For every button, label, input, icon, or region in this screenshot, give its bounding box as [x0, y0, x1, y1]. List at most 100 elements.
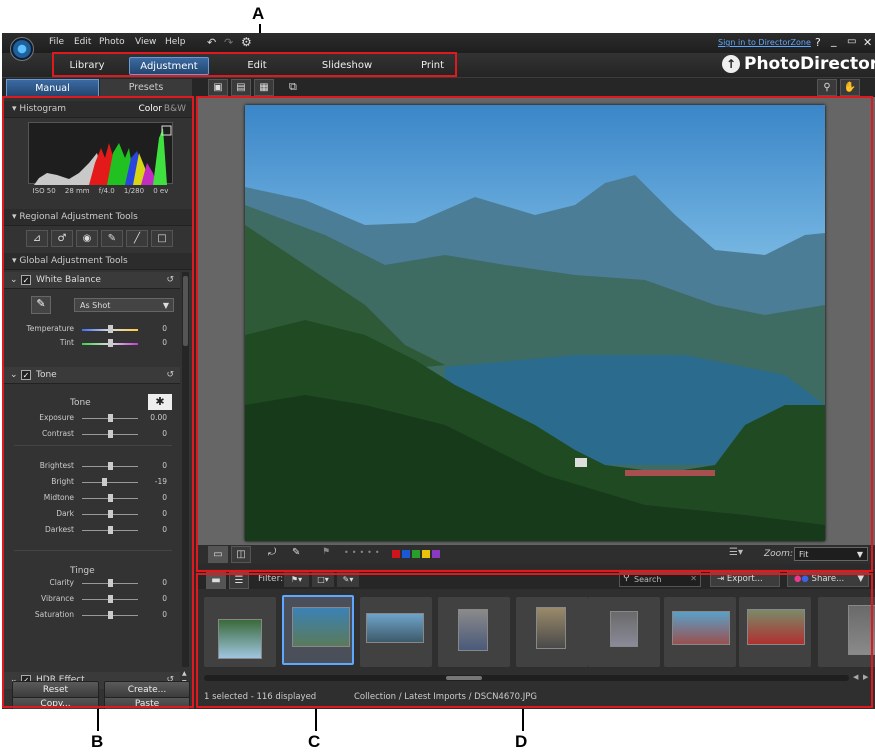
- menu-file[interactable]: File: [49, 37, 64, 47]
- tab-presets[interactable]: Presets: [100, 79, 192, 97]
- rotate-icon[interactable]: ⤾: [268, 547, 276, 558]
- tab-manual[interactable]: Manual: [6, 79, 99, 97]
- before-after-icon[interactable]: ◫: [231, 546, 251, 563]
- white-balance-header[interactable]: ⌄ ✓ White Balance ↺: [4, 272, 180, 289]
- list-view-icon[interactable]: ☰: [229, 572, 249, 589]
- slider-saturation[interactable]: Saturation 0: [4, 609, 179, 621]
- restore-button[interactable]: ▭: [847, 36, 856, 47]
- slider-knob[interactable]: [108, 430, 113, 438]
- scroll-up-icon[interactable]: ▲: [182, 670, 187, 677]
- search-input[interactable]: Search: [634, 575, 661, 584]
- slider-darkest[interactable]: Darkest 0: [4, 524, 179, 536]
- thumbnail[interactable]: [438, 597, 510, 667]
- slider-exposure[interactable]: Exposure 0.00: [4, 412, 179, 424]
- app-logo-icon[interactable]: [10, 37, 34, 61]
- zoom-tool-icon[interactable]: ⚲: [817, 79, 837, 96]
- thumbnail[interactable]: [588, 597, 660, 667]
- share-button[interactable]: ●● Share... ▼: [787, 572, 869, 587]
- filter-edit-dropdown[interactable]: ✎▾: [337, 572, 359, 587]
- flag-icon[interactable]: ⚑: [322, 547, 330, 557]
- slider-knob[interactable]: [108, 611, 113, 619]
- color-label-swatch[interactable]: [412, 550, 420, 558]
- zoom-select[interactable]: Fit ▼: [794, 547, 868, 561]
- histogram-bw-toggle[interactable]: B&W: [164, 101, 186, 118]
- reset-tone-icon[interactable]: ↺: [166, 367, 174, 384]
- search-box[interactable]: ⚲ Search ✕: [619, 572, 701, 587]
- edit-pen-icon[interactable]: ✎: [292, 547, 300, 558]
- minimize-button[interactable]: _: [831, 34, 837, 47]
- photo-canvas[interactable]: [245, 105, 825, 541]
- help-button[interactable]: ?: [815, 36, 821, 49]
- slider-knob[interactable]: [108, 339, 113, 347]
- spot-removal-icon[interactable]: ♂: [51, 230, 73, 247]
- slider-track[interactable]: [82, 482, 138, 483]
- global-tools-header[interactable]: ▾ Global Adjustment Tools: [4, 253, 192, 270]
- thumbnail[interactable]: [818, 597, 875, 667]
- color-label-swatch[interactable]: [432, 550, 440, 558]
- menu-view[interactable]: View: [135, 37, 156, 47]
- panel-scroll-thumb[interactable]: [183, 276, 188, 346]
- histogram-color-toggle[interactable]: Color: [139, 101, 163, 118]
- view-grid-icon[interactable]: ▦: [254, 79, 274, 96]
- thumbnail[interactable]: [204, 597, 276, 667]
- tab-slideshow[interactable]: Slideshow: [312, 57, 382, 75]
- filmstrip-scroll-thumb[interactable]: [446, 676, 482, 680]
- white-balance-checkbox[interactable]: ✓: [21, 275, 31, 285]
- thumbnail[interactable]: [739, 597, 811, 667]
- slider-knob[interactable]: [108, 595, 113, 603]
- brush-icon[interactable]: ✎: [101, 230, 123, 247]
- redo-icon[interactable]: ↷: [224, 36, 233, 49]
- settings-gear-icon[interactable]: ⚙: [241, 35, 252, 49]
- menu-photo[interactable]: Photo: [99, 37, 125, 47]
- view-options-icon[interactable]: ☰▾: [729, 547, 743, 558]
- auto-tone-icon[interactable]: ✱: [148, 394, 172, 410]
- fullscreen-icon[interactable]: ⧉: [289, 80, 297, 94]
- single-view-icon[interactable]: ▭: [208, 546, 228, 563]
- color-label-swatch[interactable]: [392, 550, 400, 558]
- histogram-header[interactable]: ▾ Histogram Color B&W: [4, 101, 192, 118]
- radial-filter-icon[interactable]: □: [151, 230, 173, 247]
- sign-in-link[interactable]: Sign in to DirectorZone: [718, 38, 811, 47]
- tab-adjustment[interactable]: Adjustment: [129, 57, 209, 75]
- slider-knob[interactable]: [108, 526, 113, 534]
- slider-clarity[interactable]: Clarity 0: [4, 577, 179, 589]
- slider-vibrance[interactable]: Vibrance 0: [4, 593, 179, 605]
- color-label-swatch[interactable]: [402, 550, 410, 558]
- thumbnail[interactable]: [664, 597, 736, 667]
- tab-print[interactable]: Print: [410, 57, 455, 75]
- hand-tool-icon[interactable]: ✋: [840, 79, 860, 96]
- view-compare-icon[interactable]: ▤: [231, 79, 251, 96]
- scroll-left-icon[interactable]: ◀: [853, 673, 858, 681]
- undo-icon[interactable]: ↶: [207, 36, 216, 49]
- color-label-swatch[interactable]: [422, 550, 430, 558]
- slider-midtone[interactable]: Midtone 0: [4, 492, 179, 504]
- view-single-icon[interactable]: ▣: [208, 79, 228, 96]
- slider-knob[interactable]: [108, 494, 113, 502]
- slider-knob[interactable]: [108, 579, 113, 587]
- slider-brightest[interactable]: Brightest 0: [4, 460, 179, 472]
- crop-tool-icon[interactable]: ⊿: [26, 230, 48, 247]
- thumbnail[interactable]: [282, 595, 354, 665]
- slider-bright[interactable]: Bright -19: [4, 476, 179, 488]
- wb-preset-select[interactable]: As Shot ▼: [74, 298, 174, 312]
- tone-checkbox[interactable]: ✓: [21, 370, 31, 380]
- reset-wb-icon[interactable]: ↺: [166, 272, 174, 289]
- reset-button[interactable]: Reset: [12, 681, 99, 698]
- slider-knob[interactable]: [108, 462, 113, 470]
- slider-temperature[interactable]: Temperature 0: [4, 323, 179, 335]
- menu-edit[interactable]: Edit: [74, 37, 91, 47]
- panel-scrollbar[interactable]: [182, 272, 189, 667]
- red-eye-icon[interactable]: ◉: [76, 230, 98, 247]
- slider-contrast[interactable]: Contrast 0: [4, 428, 179, 440]
- slider-knob[interactable]: [108, 414, 113, 422]
- slider-dark[interactable]: Dark 0: [4, 508, 179, 520]
- wb-picker-icon[interactable]: ✎: [31, 296, 51, 314]
- tab-edit[interactable]: Edit: [232, 57, 282, 75]
- thumbnail[interactable]: [516, 597, 588, 667]
- slider-knob[interactable]: [108, 325, 113, 333]
- slider-knob[interactable]: [102, 478, 108, 486]
- filter-flag-dropdown[interactable]: ⚑▾: [284, 572, 309, 587]
- tone-header[interactable]: ⌄ ✓ Tone ↺: [4, 367, 180, 384]
- rating-stars[interactable]: •••••: [344, 548, 383, 557]
- clear-search-icon[interactable]: ✕: [690, 574, 697, 583]
